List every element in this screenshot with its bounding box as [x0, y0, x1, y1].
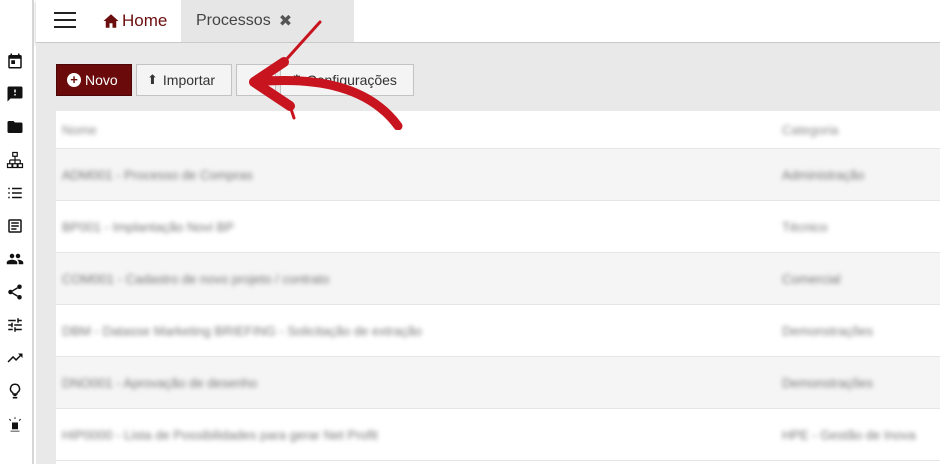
list-icon[interactable] [6, 184, 24, 202]
home-icon [103, 14, 119, 28]
configuracoes-button[interactable]: ⚙ Configurações [280, 64, 414, 96]
tune-icon[interactable] [6, 316, 24, 334]
calendar-icon[interactable] [6, 52, 24, 70]
menu-icon[interactable] [54, 12, 76, 30]
lightbulb-icon[interactable] [6, 382, 24, 400]
cell-nome: ADM001 - Processo de Compras [62, 167, 253, 182]
table-row[interactable]: COM001 - Cadastro de novo projeto / cont… [56, 253, 940, 305]
process-table: Nome Categoria ADM001 - Processo de Comp… [56, 111, 940, 464]
article-icon[interactable] [6, 217, 24, 235]
add-circle-icon: + [67, 73, 81, 87]
table-row[interactable]: DNO001 - Aprovação de desenho Demonstraç… [56, 357, 940, 409]
trending-up-icon[interactable] [6, 349, 24, 367]
top-bar: Home Processos ✖ [36, 0, 940, 43]
cell-categoria: Comercial [782, 271, 841, 286]
tab-processos[interactable]: Processos ✖ [181, 0, 354, 42]
column-header-nome[interactable]: Nome [62, 122, 97, 137]
upload-icon: ⬆ [147, 72, 158, 87]
table-row[interactable]: HIP0000 - Lista de Possibilidades para g… [56, 409, 940, 461]
cell-categoria: Administração [782, 167, 865, 182]
main-content: + Novo ⬆ Importar ⚙ Configurações Nome C… [36, 43, 940, 464]
close-icon[interactable]: ✖ [279, 11, 292, 31]
toolbar-extra-button[interactable] [236, 64, 276, 96]
share-icon[interactable] [6, 283, 24, 301]
cell-nome: HIP0000 - Lista de Possibilidades para g… [62, 427, 378, 442]
sitemap-icon[interactable] [6, 151, 24, 169]
cell-nome: DBM - Datasse Marketing BRIEFING - Solic… [62, 323, 422, 338]
table-row[interactable]: DBM - Datasse Marketing BRIEFING - Solic… [56, 305, 940, 357]
cell-nome: COM001 - Cadastro de novo projeto / cont… [62, 271, 330, 286]
table-row[interactable]: BP001 - Implantação Novi BP Técnico [56, 201, 940, 253]
table-header: Nome Categoria [56, 111, 940, 149]
table-row[interactable]: ADM001 - Processo de Compras Administraç… [56, 149, 940, 201]
people-icon[interactable] [6, 250, 24, 268]
importar-button[interactable]: ⬆ Importar [136, 64, 232, 96]
cell-nome: BP001 - Implantação Novi BP [62, 219, 234, 234]
novo-label: Novo [85, 72, 118, 88]
cell-nome: DNO001 - Aprovação de desenho [62, 375, 258, 390]
gear-icon: ⚙ [291, 72, 303, 87]
cell-categoria: Demonstrações [782, 375, 874, 390]
processos-tab-label: Processos [196, 12, 271, 29]
feedback-icon[interactable] [6, 85, 24, 103]
cell-categoria: Técnico [782, 219, 828, 234]
home-tab-label: Home [122, 11, 168, 30]
cell-categoria: Demonstrações [782, 323, 874, 338]
side-rail [0, 0, 34, 464]
folder-icon[interactable] [6, 118, 24, 136]
novo-button[interactable]: + Novo [56, 64, 132, 96]
cell-categoria: HPE - Gestão de Inova [782, 427, 916, 442]
configuracoes-label: Configurações [306, 72, 397, 88]
robot-icon[interactable] [6, 415, 24, 433]
column-header-categoria[interactable]: Categoria [782, 122, 838, 137]
importar-label: Importar [162, 72, 216, 88]
